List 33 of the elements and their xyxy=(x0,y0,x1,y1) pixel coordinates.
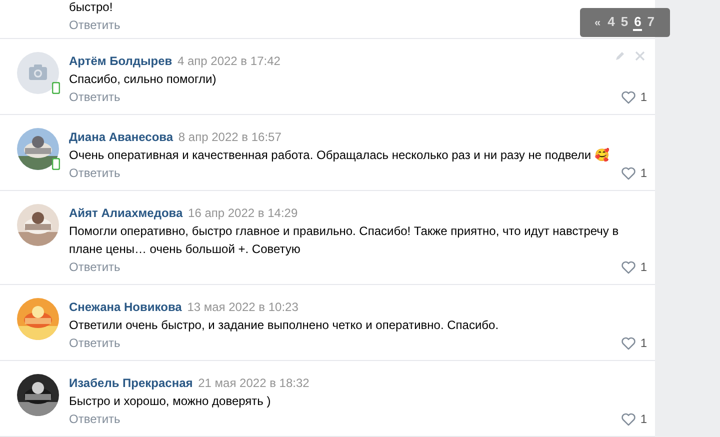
comment-date[interactable]: 16 апр 2022 в 14:29 xyxy=(188,206,298,220)
page-link[interactable]: 4 xyxy=(606,14,616,31)
comment-text: Ответили очень быстро, и задание выполнено четко и оперативно. Спасибо. xyxy=(69,317,500,334)
avatar-placeholder-icon[interactable] xyxy=(17,52,59,94)
author-name[interactable]: Айят Алиахмедова xyxy=(69,206,183,220)
comment-text: Быстро и хорошо, можно доверять ) xyxy=(69,393,272,410)
author-name[interactable]: Артём Болдырев xyxy=(69,54,172,68)
author-name[interactable]: Изабель Прекрасная xyxy=(69,376,193,390)
comment-date[interactable]: 13 мая 2022 в 10:23 xyxy=(187,300,298,314)
comment-text: быстро! xyxy=(69,0,114,16)
like-button[interactable]: 1 xyxy=(621,164,647,182)
comment-text: Спасибо, сильно помогли) xyxy=(69,71,218,88)
comment-text: Помогли оперативно, быстро главное и правильно. Спасибо! Также приятно, что идут навстречу в плане цены… очень большой +. Советую xyxy=(69,223,620,258)
like-button[interactable]: 1 xyxy=(621,410,647,428)
reply-link[interactable]: Ответить xyxy=(69,164,120,182)
reply-link[interactable]: Ответить xyxy=(69,410,120,428)
like-button[interactable]: 1 xyxy=(621,258,647,276)
page-link[interactable]: 5 xyxy=(620,14,630,31)
author-name[interactable]: Диана Аванесова xyxy=(69,130,174,144)
reply-link[interactable]: Ответить xyxy=(69,88,120,106)
page-link[interactable]: 6 xyxy=(633,14,642,31)
reply-link[interactable]: Ответить xyxy=(69,258,120,276)
previous-page-link[interactable]: « xyxy=(594,16,601,28)
reply-link[interactable]: Ответить xyxy=(69,16,120,34)
like-button[interactable]: 1 xyxy=(621,334,647,352)
reply-link[interactable]: Ответить xyxy=(69,334,120,352)
page-link[interactable]: 7 xyxy=(646,14,656,31)
comment-date[interactable]: 21 мая 2022 в 18:32 xyxy=(198,376,310,390)
like-button[interactable]: 1 xyxy=(621,88,647,106)
comment-date[interactable]: 8 апр 2022 в 16:57 xyxy=(178,130,282,144)
comment-text: Очень оперативная и качественная работа. Обращалась несколько раз и ни разу не подвели 🥰 xyxy=(69,147,610,164)
author-name[interactable]: Снежана Новикова xyxy=(69,300,182,314)
comment-date[interactable]: 4 апр 2022 в 17:42 xyxy=(177,54,280,68)
